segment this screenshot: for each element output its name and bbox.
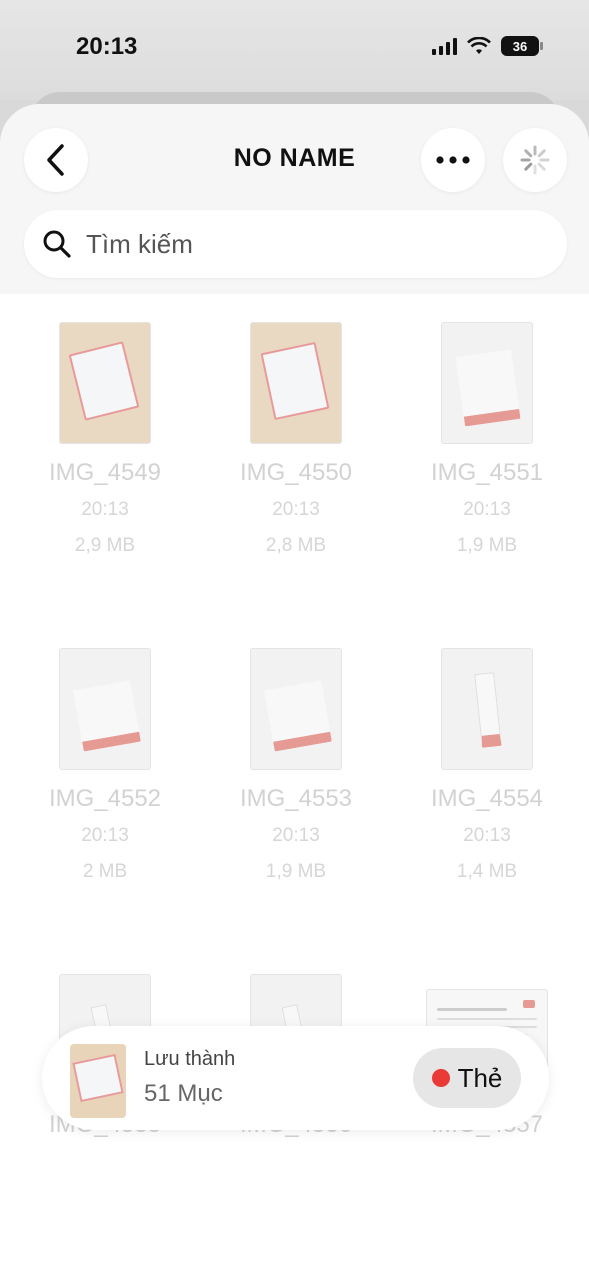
file-size: 1,9 MB: [456, 535, 518, 556]
status-time: 20:13: [76, 33, 138, 60]
save-label: Lưu thành: [144, 1048, 236, 1070]
file-thumbnail: [250, 322, 342, 444]
file-item[interactable]: IMG_4554 20:13 1,4 MB: [402, 648, 572, 883]
search-field[interactable]: Tìm kiếm: [24, 210, 567, 278]
save-to-bar[interactable]: Lưu thành 51 Mục Thẻ: [42, 1026, 549, 1130]
battery-icon: 36: [501, 36, 543, 56]
spinner-icon: [520, 145, 550, 175]
tag-label: Thẻ: [457, 1062, 503, 1093]
search-placeholder: Tìm kiếm: [86, 228, 193, 259]
file-time: 20:13: [463, 499, 511, 520]
file-size: 1,9 MB: [265, 861, 327, 882]
more-horizontal-icon: [436, 156, 470, 164]
header: NO NAME Tìm kiếm: [0, 104, 589, 294]
cellular-signal-icon: [432, 37, 457, 55]
file-item[interactable]: IMG_4550 20:13 2,8 MB: [211, 322, 381, 557]
file-item[interactable]: IMG_4553 20:13 1,9 MB: [211, 648, 381, 883]
red-tag-dot-icon: [431, 1069, 450, 1087]
file-time: 20:13: [81, 499, 129, 520]
loading-button[interactable]: [503, 128, 567, 192]
file-name: IMG_4550: [239, 459, 353, 486]
file-thumbnail: [59, 322, 151, 444]
file-name: IMG_4553: [239, 785, 353, 812]
save-thumbnail: [70, 1044, 126, 1118]
status-bar: 20:13 36: [0, 0, 589, 100]
file-name: IMG_4552: [48, 785, 162, 812]
tag-button[interactable]: Thẻ: [413, 1048, 521, 1108]
file-time: 20:13: [272, 499, 320, 520]
file-size: 2,9 MB: [74, 535, 136, 556]
file-item[interactable]: IMG_4549 20:13 2,9 MB: [20, 322, 190, 557]
file-time: 20:13: [272, 825, 320, 846]
item-count: 51 Mục: [144, 1080, 223, 1107]
search-icon: [43, 230, 71, 258]
file-time: 20:13: [463, 825, 511, 846]
file-thumbnail: [250, 648, 342, 770]
status-icons: 36: [432, 36, 543, 56]
page-title: NO NAME: [233, 144, 356, 172]
more-button[interactable]: [421, 128, 485, 192]
file-time: 20:13: [81, 825, 129, 846]
file-name: IMG_4551: [430, 459, 544, 486]
file-thumbnail: [441, 648, 533, 770]
file-size: 2 MB: [82, 861, 128, 882]
file-size: 1,4 MB: [456, 861, 518, 882]
wifi-icon: [467, 37, 491, 54]
file-name: IMG_4549: [48, 459, 162, 486]
file-thumbnail: [441, 322, 533, 444]
file-item[interactable]: IMG_4552 20:13 2 MB: [20, 648, 190, 883]
file-size: 2,8 MB: [265, 535, 327, 556]
file-thumbnail: [59, 648, 151, 770]
file-name: IMG_4554: [430, 785, 544, 812]
file-item[interactable]: IMG_4551 20:13 1,9 MB: [402, 322, 572, 557]
